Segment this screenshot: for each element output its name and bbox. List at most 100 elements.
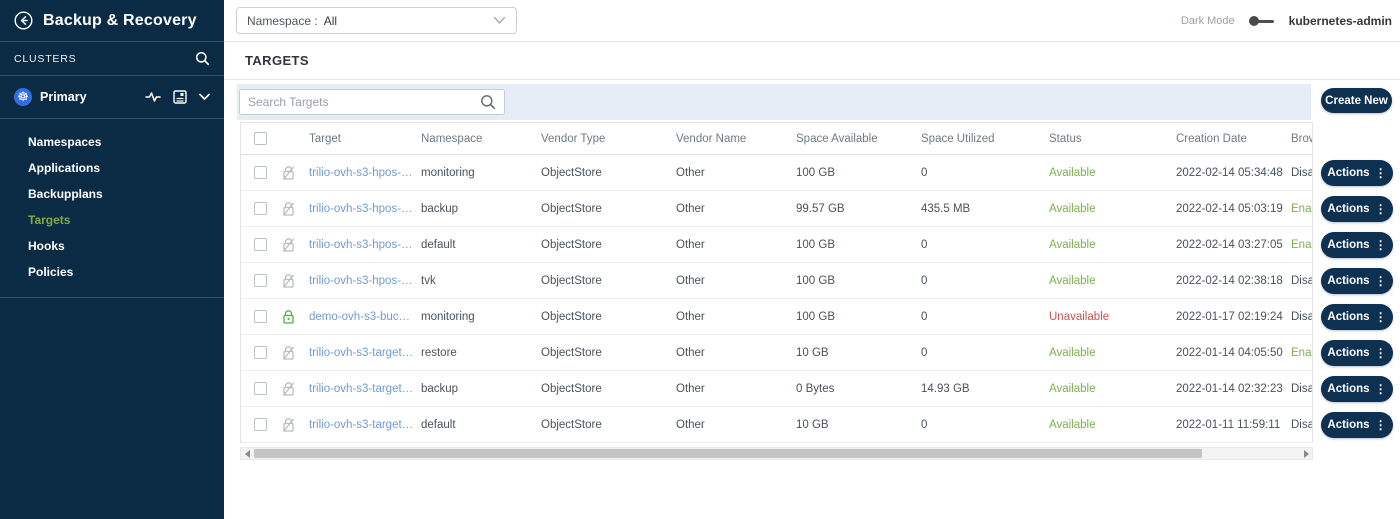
cluster-search-icon[interactable]: [195, 51, 210, 66]
actions-button[interactable]: Actions⋮: [1321, 268, 1393, 294]
cell-status: Available: [1049, 167, 1176, 179]
cell-status: Available: [1049, 347, 1176, 359]
kebab-menu-icon: ⋮: [1375, 419, 1387, 431]
cell-space-available: 100 GB: [796, 275, 921, 287]
table-body: trilio-ovh-s3-hpos-targetmonitoringObjec…: [241, 155, 1312, 443]
actions-button-label: Actions: [1327, 239, 1369, 251]
cluster-license-icon[interactable]: [173, 90, 187, 104]
actions-button[interactable]: Actions⋮: [1321, 304, 1393, 330]
table-header-row: TargetNamespaceVendor TypeVendor NameSpa…: [241, 123, 1313, 155]
kubernetes-icon: ☸: [14, 88, 32, 106]
horizontal-scrollbar[interactable]: [240, 447, 1313, 460]
cell-target[interactable]: trilio-ovh-s3-target-demo1: [309, 383, 421, 395]
sidebar-item-targets[interactable]: Targets: [0, 207, 224, 233]
cell-vendor-name: Other: [676, 383, 796, 395]
sidebar-item-backupplans[interactable]: Backupplans: [0, 181, 224, 207]
kebab-menu-icon: ⋮: [1375, 347, 1387, 359]
cell-creation-date: 2022-02-14 03:27:05: [1176, 239, 1291, 251]
row-checkbox-cell: [241, 274, 281, 287]
lock-disabled-icon: [281, 237, 309, 253]
cell-creation-date: 2022-02-14 02:38:18: [1176, 275, 1291, 287]
row-checkbox-cell: [241, 238, 281, 251]
search-icon[interactable]: [480, 94, 496, 110]
cell-browsing: Disabled: [1291, 311, 1313, 323]
cell-namespace: monitoring: [421, 311, 541, 323]
cell-status: Available: [1049, 203, 1176, 215]
cell-browsing: Disabled: [1291, 383, 1313, 395]
cell-space-utilized: 0: [921, 275, 1049, 287]
cluster-row-icons: [145, 90, 210, 104]
clusters-label: CLUSTERS: [14, 53, 76, 65]
namespace-select[interactable]: Namespace : All: [236, 7, 517, 34]
cell-vendor-type: ObjectStore: [541, 311, 676, 323]
table-row: demo-ovh-s3-bucket-imm...monitoringObjec…: [241, 299, 1313, 335]
cell-space-available: 0 Bytes: [796, 383, 921, 395]
scroll-right-arrow-icon[interactable]: [1300, 448, 1312, 459]
sidebar: Backup & Recovery CLUSTERS ☸ Primary: [0, 0, 224, 519]
cell-creation-date: 2022-01-14 04:05:50: [1176, 347, 1291, 359]
cell-creation-date: 2022-01-14 02:32:23: [1176, 383, 1291, 395]
row-checkbox[interactable]: [254, 346, 267, 359]
actions-button[interactable]: Actions⋮: [1321, 160, 1393, 186]
sidebar-header: Backup & Recovery: [0, 0, 224, 42]
row-checkbox[interactable]: [254, 166, 267, 179]
cell-vendor-type: ObjectStore: [541, 383, 676, 395]
column-header-vendor-name: Vendor Name: [676, 133, 796, 145]
cell-status: Available: [1049, 419, 1176, 431]
actions-button[interactable]: Actions⋮: [1321, 412, 1393, 438]
row-checkbox[interactable]: [254, 418, 267, 431]
sidebar-item-hooks[interactable]: Hooks: [0, 233, 224, 259]
actions-button[interactable]: Actions ⋮: [1321, 232, 1393, 258]
action-slot: Actions⋮: [1321, 371, 1393, 407]
namespace-chevron-down-icon: [493, 16, 506, 25]
scrollbar-thumb[interactable]: [254, 449, 1202, 458]
cell-target[interactable]: trilio-ovh-s3-target-demo1: [309, 419, 421, 431]
create-new-button[interactable]: Create New: [1321, 88, 1392, 113]
scroll-left-arrow-icon[interactable]: [241, 448, 253, 459]
sidebar-item-namespaces[interactable]: Namespaces: [0, 129, 224, 155]
cell-browsing: Enabled: [1291, 347, 1313, 359]
actions-button-label: Actions: [1327, 383, 1369, 395]
select-all-checkbox[interactable]: [254, 132, 267, 145]
cell-vendor-name: Other: [676, 203, 796, 215]
cell-creation-date: 2022-02-14 05:34:48: [1176, 167, 1291, 179]
cell-namespace: restore: [421, 347, 541, 359]
search-input[interactable]: [240, 95, 480, 109]
search-box: [239, 89, 505, 115]
actions-button[interactable]: Actions⋮: [1321, 376, 1393, 402]
row-checkbox[interactable]: [254, 274, 267, 287]
row-checkbox[interactable]: [254, 382, 267, 395]
row-checkbox-cell: [241, 166, 281, 179]
actions-button-label: Actions: [1327, 311, 1369, 323]
cell-space-utilized: 0: [921, 311, 1049, 323]
actions-button[interactable]: Actions⋮: [1321, 340, 1393, 366]
row-checkbox[interactable]: [254, 238, 267, 251]
lock-disabled-icon: [281, 417, 309, 433]
action-slot: Actions⋮: [1321, 407, 1393, 443]
cell-target[interactable]: trilio-ovh-s3-target-demo1: [309, 347, 421, 359]
cell-target[interactable]: trilio-ovh-s3-hpos-target: [309, 275, 421, 287]
actions-button-label: Actions: [1327, 203, 1369, 215]
row-checkbox[interactable]: [254, 310, 267, 323]
cell-vendor-name: Other: [676, 311, 796, 323]
cluster-chevron-down-icon[interactable]: [199, 93, 210, 101]
dark-mode-toggle[interactable]: [1249, 15, 1275, 27]
cell-browsing: Disabled: [1291, 275, 1313, 287]
actions-button[interactable]: Actions⋮: [1321, 196, 1393, 222]
topbar: Namespace : All Dark Mode kubernetes-adm…: [224, 0, 1400, 42]
cell-space-available: 100 GB: [796, 239, 921, 251]
kebab-menu-icon: ⋮: [1375, 239, 1387, 251]
lock-disabled-icon: [281, 273, 309, 289]
cell-target[interactable]: trilio-ovh-s3-hpos-target: [309, 203, 421, 215]
cell-target[interactable]: trilio-ovh-s3-hpos-target: [309, 167, 421, 179]
sidebar-item-applications[interactable]: Applications: [0, 155, 224, 181]
cell-creation-date: 2022-01-17 02:19:24: [1176, 311, 1291, 323]
cluster-row-primary[interactable]: ☸ Primary: [0, 76, 224, 119]
back-icon[interactable]: [14, 11, 33, 30]
cluster-health-pulse-icon[interactable]: [145, 90, 161, 104]
row-checkbox[interactable]: [254, 202, 267, 215]
column-header-vendor-type: Vendor Type: [541, 133, 676, 145]
cell-target[interactable]: demo-ovh-s3-bucket-imm...: [309, 311, 421, 323]
sidebar-item-policies[interactable]: Policies: [0, 259, 224, 285]
cell-target[interactable]: trilio-ovh-s3-hpos-target: [309, 239, 421, 251]
